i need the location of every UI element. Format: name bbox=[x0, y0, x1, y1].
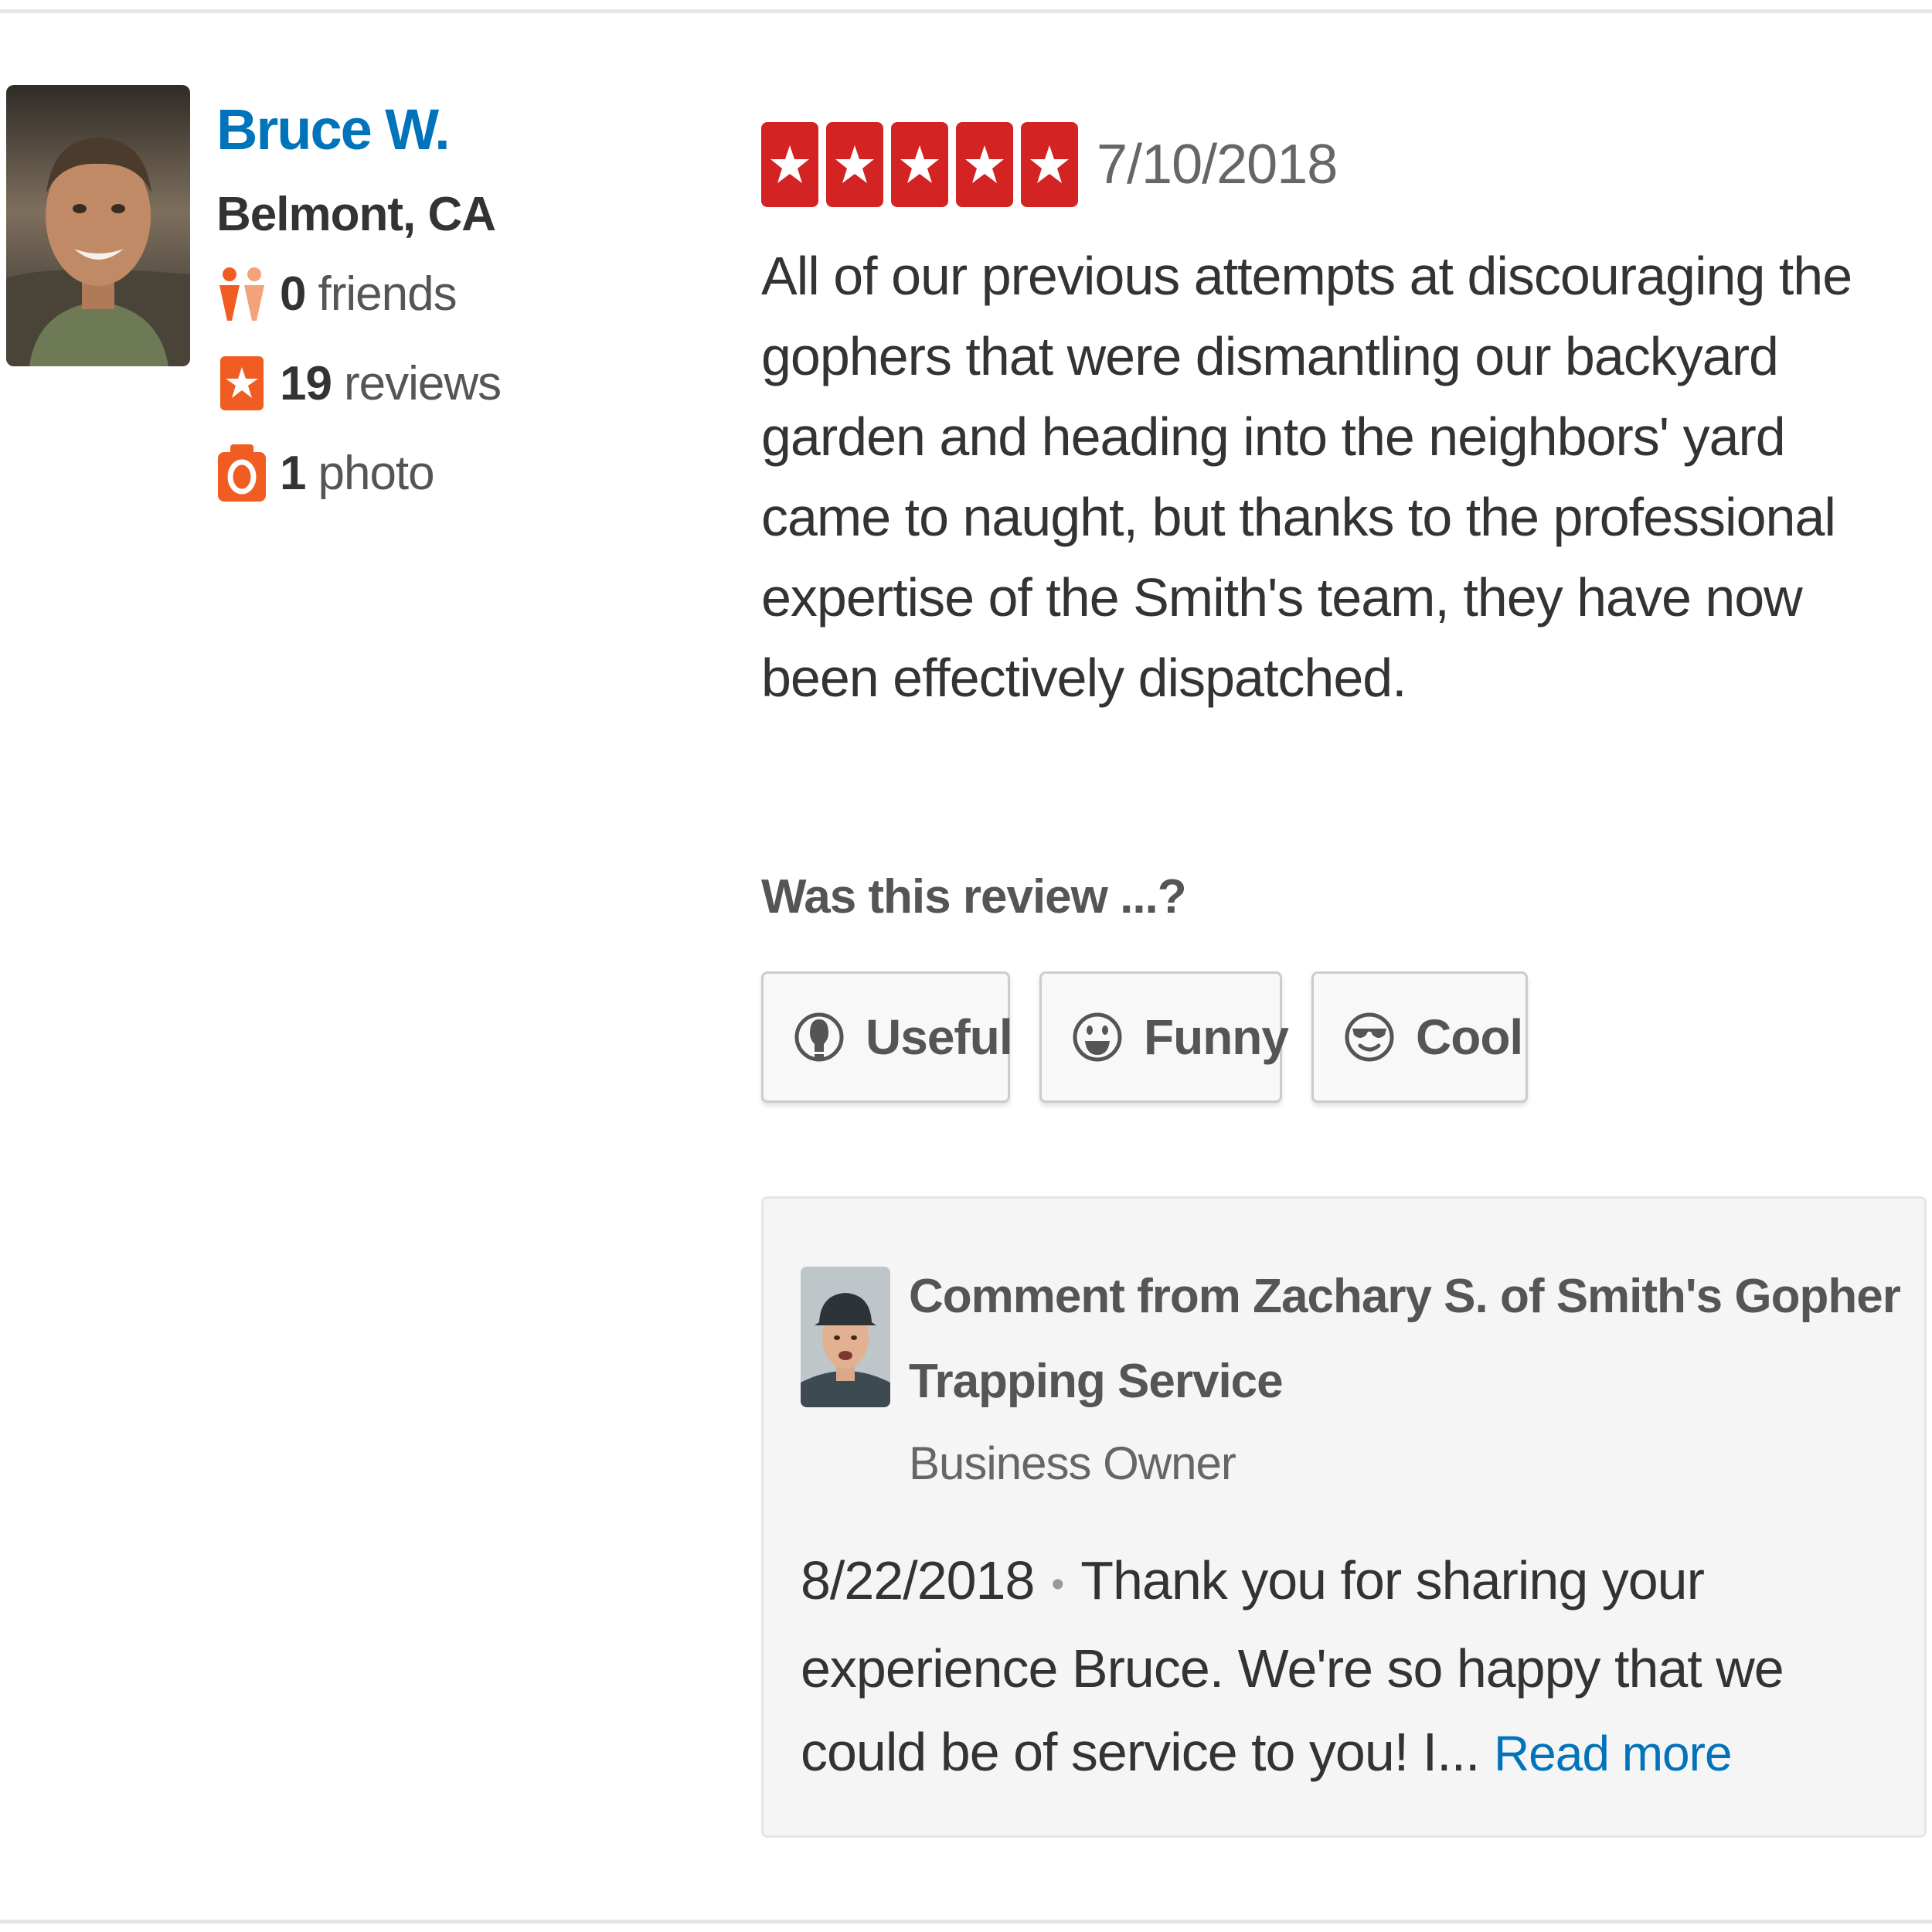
review-text: All of our previous attempts at discoura… bbox=[761, 246, 1852, 708]
vote-buttons: Useful Funny Cool bbox=[761, 971, 1557, 1103]
owner-role: Business Owner bbox=[909, 1437, 1236, 1489]
reviews-stat: 19 reviews bbox=[216, 338, 502, 428]
reviews-label: reviews bbox=[343, 356, 502, 410]
bottom-divider bbox=[0, 1920, 1932, 1923]
smiley-icon bbox=[1073, 998, 1122, 1076]
camera-icon bbox=[216, 444, 267, 502]
photos-stat: 1 photo bbox=[216, 428, 501, 518]
lightbulb-icon bbox=[794, 998, 844, 1076]
sunglasses-icon bbox=[1345, 998, 1394, 1076]
photos-label: photo bbox=[318, 446, 434, 500]
funny-label: Funny bbox=[1144, 1009, 1289, 1065]
photos-count: 1 bbox=[280, 446, 306, 500]
rating-star-icon bbox=[826, 122, 883, 207]
vote-question: Was this review ...? bbox=[761, 870, 1187, 923]
rating-star-icon bbox=[761, 122, 818, 207]
star-rating bbox=[761, 122, 1086, 207]
reviewer-info: Bruce W. Belmont, CA 0 friends 19 review… bbox=[216, 91, 502, 518]
funny-button[interactable]: Funny bbox=[1039, 971, 1289, 1103]
owner-comment-body: 8/22/2018 • Thank you for sharing your exp… bbox=[801, 1539, 1883, 1795]
friends-label: friends bbox=[318, 267, 457, 321]
reviews-count: 19 bbox=[280, 356, 332, 410]
read-more-link[interactable]: Read more bbox=[1494, 1726, 1733, 1781]
rating-star-icon bbox=[891, 122, 948, 207]
rating-star-icon bbox=[956, 122, 1013, 207]
owner-comment: Comment from Zachary S. of Smith's Gophe… bbox=[761, 1196, 1927, 1838]
cool-button[interactable]: Cool bbox=[1311, 971, 1528, 1103]
useful-label: Useful bbox=[866, 1009, 1013, 1065]
review-header: 7/10/2018 bbox=[761, 122, 1338, 207]
review-star-icon bbox=[216, 355, 267, 412]
reviewer-name-link[interactable]: Bruce W. bbox=[216, 91, 501, 168]
owner-comment-date: 8/22/2018 bbox=[801, 1550, 1035, 1611]
friends-count: 0 bbox=[280, 267, 306, 321]
owner-comment-title: Comment from Zachary S. of Smith's Gophe… bbox=[909, 1270, 1901, 1408]
useful-button[interactable]: Useful bbox=[761, 971, 1013, 1103]
separator-dot: • bbox=[1051, 1563, 1064, 1605]
cool-label: Cool bbox=[1416, 1009, 1523, 1065]
friends-icon bbox=[216, 265, 267, 322]
friends-stat: 0 friends bbox=[216, 249, 501, 338]
owner-avatar[interactable] bbox=[801, 1267, 890, 1407]
reviewer-avatar[interactable] bbox=[6, 85, 190, 366]
reviewer-location: Belmont, CA bbox=[216, 188, 496, 241]
review-date: 7/10/2018 bbox=[1097, 134, 1338, 196]
rating-star-icon bbox=[1021, 122, 1078, 207]
top-divider bbox=[0, 9, 1932, 13]
